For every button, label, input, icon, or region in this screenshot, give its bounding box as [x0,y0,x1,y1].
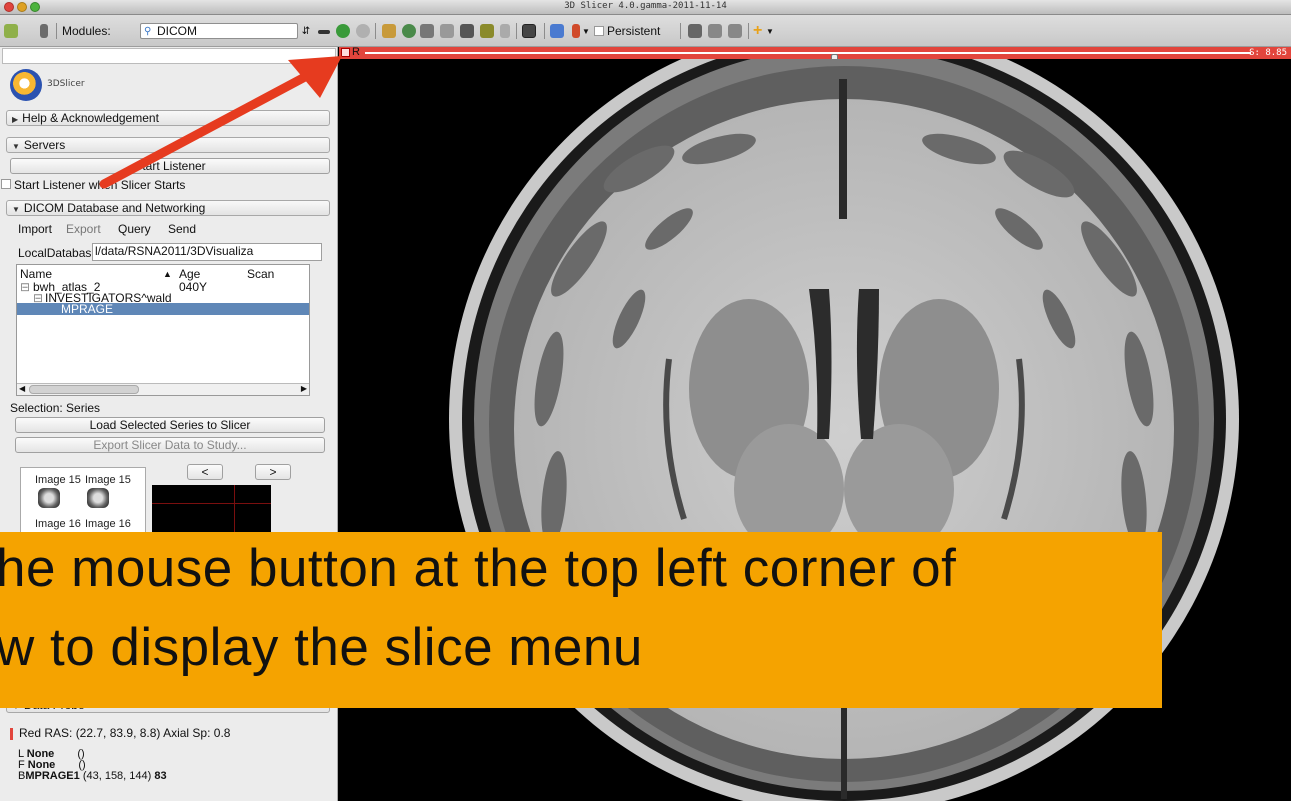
tab-import[interactable]: Import [18,222,52,236]
screenshot-icon[interactable] [688,24,702,38]
next-button[interactable]: > [255,464,291,480]
probe-layer-b: BMPRAGE1 (43, 158, 144) 83 [18,771,167,782]
thumbnail-label: Image 16 [35,518,81,530]
scroll-left-icon[interactable]: ◀ [19,384,25,393]
tree-row-series[interactable]: MPRAGE [17,302,309,316]
probe-ras-text: Red RAS: (22.7, 83.9, 8.8) Axial Sp: 0.8 [19,726,231,740]
module-select-value: DICOM [157,24,197,38]
layer-coords: (43, 158, 144) [82,770,152,782]
column-header-name[interactable]: Name [20,267,52,281]
column-header-age[interactable]: Age [179,267,200,281]
local-db-path-input[interactable]: l/data/RSNA2011/3DVisualiza [92,243,322,261]
dicom-db-section-header[interactable]: ▼ DICOM Database and Networking [6,200,330,216]
tree-row-name: MPRAGE [61,302,114,316]
thumbnail-image[interactable] [87,488,109,508]
instruction-caption: he mouse button at the top left corner o… [0,532,1162,708]
main-toolbar: Modules: ⚲ DICOM ⇵ ▼ Persistent + ▼ [0,15,1291,47]
modules-label: Modules: [62,24,111,38]
title-bar: 3D Slicer 4.0.gamma-2011-11-14 [0,0,1291,15]
scroll-right-icon[interactable]: ▶ [301,384,307,393]
crosshair-dropdown-icon[interactable]: ▼ [766,22,774,40]
layer-name: MPRAGE1 [25,770,80,782]
export-to-study-button[interactable]: Export Slicer Data to Study... [15,437,325,453]
dicom-tree[interactable]: Name ▲ Age Scan ⊟ bwh_atlas_2 040Y ⊟ INV… [16,264,310,396]
dicom-db-section-label: DICOM Database and Networking [23,201,206,215]
view-reset-icon[interactable] [550,24,564,38]
slice-name: R [352,47,360,58]
person-icon[interactable] [40,24,48,38]
scrollbar-thumb[interactable] [29,385,139,394]
module-dropdown-arrow-icon[interactable]: ⇵ [300,22,312,40]
servers-section-header[interactable]: ▼ Servers [6,137,330,153]
persistent-toggle[interactable]: Persistent [594,22,660,40]
slice-offset-slider[interactable] [365,52,1251,62]
thumbnail-label: Image 15 [35,474,81,486]
module-panel-search-input[interactable] [2,48,336,64]
expanded-triangle-icon: ▼ [12,205,20,214]
help-section-label: Help & Acknowledgement [22,111,159,125]
module-finder-icon[interactable] [4,24,18,38]
mouse-mode-icon[interactable] [572,24,580,38]
tab-export[interactable]: Export [66,222,101,236]
module-select[interactable]: ⚲ DICOM [140,23,298,39]
crosshair-icon[interactable]: + [753,22,762,40]
servers-section-label: Servers [23,138,66,152]
start-on-launch-checkbox[interactable] [1,179,11,189]
column-header-scan[interactable]: Scan [247,267,274,281]
local-db-label: LocalDatabase [18,246,91,260]
expanded-triangle-icon: ▼ [12,142,20,151]
thumbnail-label: Image 16 [85,518,131,530]
search-icon: ⚲ [144,26,152,37]
help-section-header[interactable]: ▶ Help & Acknowledgement [6,110,330,126]
thumbnail-image[interactable] [38,488,60,508]
window-title: 3D Slicer 4.0.gamma-2011-11-14 [564,1,727,11]
start-listener-button[interactable]: Start Listener [10,158,330,174]
slice-menu-pin-icon[interactable] [341,48,350,57]
tab-query[interactable]: Query [118,222,151,236]
editor-icon[interactable] [480,24,494,38]
start-on-launch-label: Start Listener when Slicer Starts [14,178,186,192]
red-slice-marker [10,727,13,740]
slice-offset-readout: S: 8.85 [1249,48,1287,58]
layout-icon[interactable] [522,24,536,38]
slice-controller-bar[interactable]: R S: 8.85 [339,47,1291,62]
module-history-icon[interactable] [318,30,330,34]
scene-view-restore-icon[interactable] [728,24,742,38]
transforms-icon[interactable] [460,24,474,38]
forward-arrow-icon[interactable] [356,24,370,38]
start-on-launch-option[interactable]: Start Listener when Slicer Starts [1,178,185,192]
persistent-label: Persistent [607,24,661,38]
horizontal-scrollbar[interactable]: ◀ ▶ [17,383,309,395]
selection-label: Selection: Series [10,401,101,415]
scene-view-icon[interactable] [708,24,722,38]
models-icon[interactable] [440,24,454,38]
load-series-button[interactable]: Load Selected Series to Slicer [15,417,325,433]
collapsed-triangle-icon: ▶ [12,115,19,124]
persistent-checkbox[interactable] [594,26,604,36]
ruler-icon[interactable] [500,24,510,38]
data-icon[interactable] [402,24,416,38]
caption-line-2: w to display the slice menu [0,618,643,677]
thumbnail-label: Image 15 [85,474,131,486]
back-arrow-icon[interactable] [336,24,350,38]
tab-send[interactable]: Send [168,222,196,236]
logo-text: 3DSlicer [47,79,85,89]
caption-line-1: he mouse button at the top left corner o… [0,539,957,598]
mouse-mode-dropdown-icon[interactable]: ▼ [582,22,590,40]
layer-value: 83 [154,770,167,782]
previous-button[interactable]: < [187,464,223,480]
probe-ras-readout: Red RAS: (22.7, 83.9, 8.8) Axial Sp: 0.8 [10,726,230,740]
home-icon[interactable] [382,24,396,38]
slicer-logo-icon [10,69,42,101]
volumes-icon[interactable] [420,24,434,38]
